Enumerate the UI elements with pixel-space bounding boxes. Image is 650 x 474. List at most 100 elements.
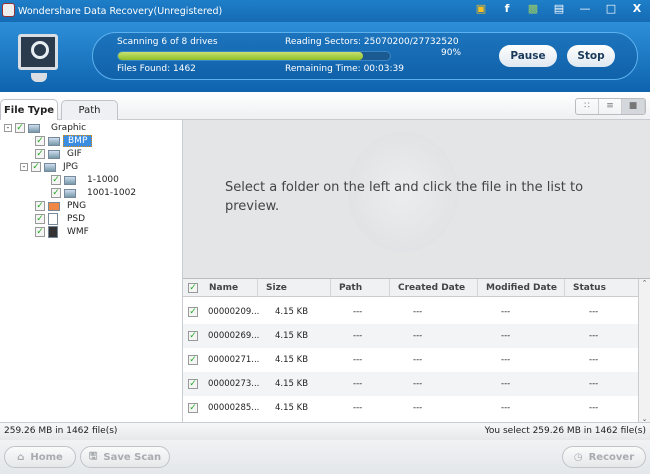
column-created-date[interactable]: Created Date — [390, 279, 478, 297]
total-size-text: 259.26 MB in 1462 file(s) — [4, 426, 118, 436]
scan-status: Scanning 6 of 8 drives — [117, 37, 218, 47]
detail-view-icon[interactable]: ■ — [622, 99, 645, 114]
column-status[interactable]: Status — [565, 279, 638, 297]
checkbox[interactable]: ✓ — [35, 136, 45, 146]
cell-created: --- — [413, 331, 423, 341]
tree-node-wmf[interactable]: ✓ WMF — [35, 226, 89, 238]
tree-node-psd[interactable]: ✓ PSD — [35, 213, 85, 225]
cell-status: --- — [589, 307, 599, 317]
chat-icon[interactable]: ▩ — [526, 2, 540, 15]
row-checkbox[interactable]: ✓ — [188, 379, 198, 389]
remaining-time: Remaining Time: 00:03:39 — [285, 64, 404, 74]
cell-size: 4.15 KB — [275, 403, 309, 413]
facebook-icon[interactable]: f — [500, 2, 514, 15]
table-row[interactable]: ✓ 00000271... 4.15 KB --- --- --- --- — [183, 348, 638, 372]
scan-monitor-icon — [18, 34, 58, 82]
cell-size: 4.15 KB — [275, 379, 309, 389]
row-checkbox[interactable]: ✓ — [188, 355, 198, 365]
tree-node-bmp[interactable]: ✓ BMP — [35, 135, 93, 147]
window-title: Wondershare Data Recovery(Unregistered) — [18, 5, 223, 17]
tree-node-1-1000[interactable]: ✓ 1-1000 — [51, 174, 119, 186]
tree-label: BMP — [63, 135, 93, 147]
tree-node-png[interactable]: ✓ PNG — [35, 200, 86, 212]
tree-node-jpg[interactable]: - ✓ JPG — [20, 161, 78, 173]
tab-path[interactable]: Path — [61, 100, 118, 120]
column-name[interactable]: Name — [201, 279, 258, 297]
tree-label: PNG — [67, 201, 87, 211]
cell-modified: --- — [501, 355, 511, 365]
table-row[interactable]: ✓ 00000209... 4.15 KB --- --- --- --- — [183, 300, 638, 324]
tree-label: JPG — [63, 162, 79, 172]
cell-status: --- — [589, 355, 599, 365]
recover-label: Recover — [588, 451, 635, 463]
save-scan-button[interactable]: 🖫 Save Scan — [80, 446, 170, 468]
cell-created: --- — [413, 355, 423, 365]
checkbox[interactable]: ✓ — [31, 162, 41, 172]
row-checkbox[interactable]: ✓ — [188, 307, 198, 317]
list-view-icon[interactable]: ≡ — [599, 99, 622, 114]
pause-button[interactable]: Pause — [499, 45, 557, 67]
cell-created: --- — [413, 379, 423, 389]
scan-progress-panel: Scanning 6 of 8 drives Reading Sectors: … — [92, 32, 638, 80]
tab-bar: File Type Path ∷ ≡ ■ — [0, 92, 650, 120]
save-scan-label: Save Scan — [103, 451, 162, 463]
recover-button[interactable]: ◷ Recover — [562, 446, 646, 468]
checkbox[interactable]: ✓ — [35, 227, 45, 237]
checkbox[interactable]: ✓ — [51, 188, 61, 198]
progress-fill — [118, 52, 363, 60]
tree-node-1001-1002[interactable]: ✓ 1001-1002 — [51, 187, 136, 199]
scan-progress-bar — [117, 51, 391, 61]
png-icon — [48, 201, 60, 211]
cell-path: --- — [353, 355, 363, 365]
collapse-icon[interactable]: - — [4, 124, 12, 132]
close-icon[interactable]: X — [630, 2, 644, 15]
cell-path: --- — [353, 403, 363, 413]
cell-size: 4.15 KB — [275, 355, 309, 365]
tree-node-graphic[interactable]: - ✓ Graphic — [4, 122, 86, 134]
tree-label: WMF — [67, 227, 89, 237]
table-row[interactable]: ✓ 00000269... 4.15 KB --- --- --- --- — [183, 324, 638, 348]
maximize-icon[interactable]: □ — [604, 2, 618, 15]
table-row[interactable]: ✓ 00000285... 4.15 KB --- --- --- --- — [183, 396, 638, 420]
cell-name: 00000285... — [208, 403, 260, 413]
checkbox[interactable]: ✓ — [15, 123, 25, 133]
column-path[interactable]: Path — [331, 279, 390, 297]
gif-icon — [48, 149, 60, 159]
files-found: Files Found: 1462 — [117, 64, 196, 74]
psd-icon — [48, 213, 58, 225]
image-folder-icon — [64, 175, 76, 185]
image-folder-icon — [64, 188, 76, 198]
checkbox[interactable]: ✓ — [35, 214, 45, 224]
register-icon[interactable]: ▤ — [552, 2, 566, 15]
cart-icon[interactable]: ▣ — [474, 2, 488, 15]
table-scrollbar[interactable]: ⌃ ⌄ — [638, 279, 650, 423]
column-size[interactable]: Size — [258, 279, 331, 297]
cell-name: 00000269... — [208, 331, 260, 341]
recover-icon: ◷ — [573, 451, 583, 463]
collapse-icon[interactable]: - — [20, 163, 28, 171]
checkbox[interactable]: ✓ — [35, 201, 45, 211]
cell-name: 00000271... — [208, 355, 260, 365]
image-folder-icon — [28, 123, 40, 133]
cell-path: --- — [353, 379, 363, 389]
minimize-icon[interactable]: — — [578, 2, 592, 15]
stop-button[interactable]: Stop — [567, 45, 615, 67]
row-checkbox[interactable]: ✓ — [188, 331, 198, 341]
table-row[interactable]: ✓ 00000273... 4.15 KB --- --- --- --- — [183, 372, 638, 396]
select-all-checkbox[interactable]: ✓ — [188, 283, 198, 293]
cell-path: --- — [353, 307, 363, 317]
thumbnail-view-icon[interactable]: ∷ — [576, 99, 599, 114]
tab-file-type[interactable]: File Type — [0, 99, 58, 120]
checkbox[interactable]: ✓ — [35, 149, 45, 159]
scroll-up-icon[interactable]: ⌃ — [639, 279, 650, 287]
checkbox[interactable]: ✓ — [51, 175, 61, 185]
preview-pane: Select a folder on the left and click th… — [183, 120, 650, 278]
preview-message: Select a folder on the left and click th… — [225, 180, 584, 214]
cell-modified: --- — [501, 379, 511, 389]
tree-node-gif[interactable]: ✓ GIF — [35, 148, 82, 160]
cell-status: --- — [589, 379, 599, 389]
home-button[interactable]: ⌂ Home — [4, 446, 76, 468]
row-checkbox[interactable]: ✓ — [188, 403, 198, 413]
column-modified-date[interactable]: Modified Date — [478, 279, 565, 297]
cell-modified: --- — [501, 331, 511, 341]
